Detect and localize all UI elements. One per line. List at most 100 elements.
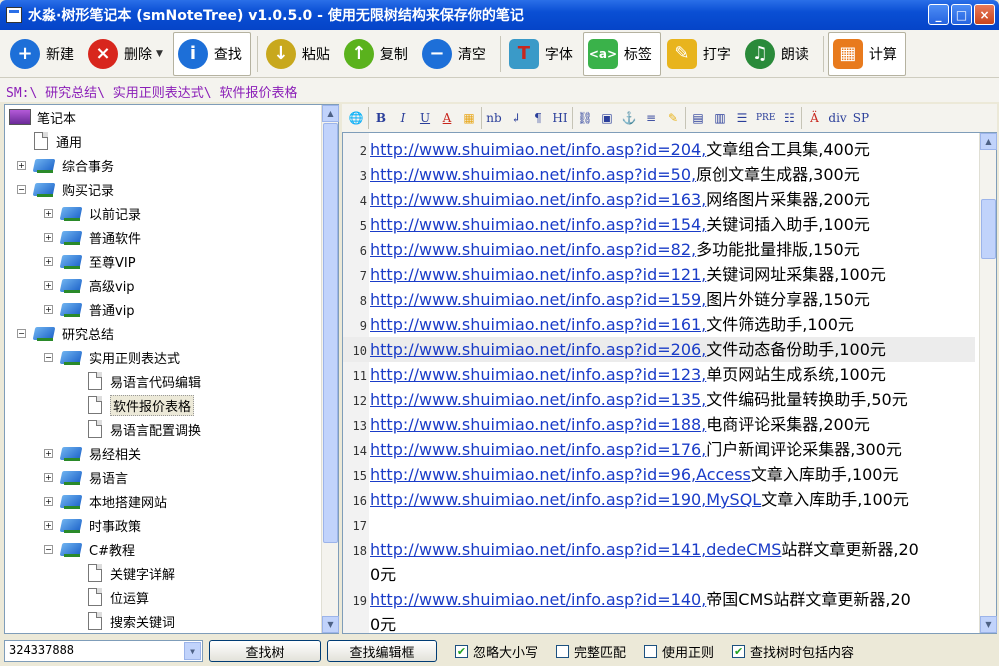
expand-icon[interactable]: + xyxy=(44,448,53,458)
div-button[interactable]: div xyxy=(826,107,848,129)
title-bar[interactable]: 水淼·树形笔记本 (smNoteTree) v1.0.5.0 - 使用无限树结构… xyxy=(0,0,999,30)
url-link[interactable]: http://www.shuimiao.net/info.asp?id=96,A… xyxy=(370,465,751,484)
anchor-icon[interactable]: ⚓ xyxy=(619,107,639,129)
url-link[interactable]: http://www.shuimiao.net/info.asp?id=82, xyxy=(370,240,696,259)
align-icon[interactable]: ☰ xyxy=(732,107,752,129)
scroll-thumb[interactable] xyxy=(981,199,996,259)
editor-line[interactable]: 2 http://www.shuimiao.net/info.asp?id=204… xyxy=(343,137,870,162)
editor-line[interactable]: 3 http://www.shuimiao.net/info.asp?id=50,… xyxy=(343,162,860,187)
editor-viewport[interactable]: 2 http://www.shuimiao.net/info.asp?id=204… xyxy=(343,133,979,633)
editor-line[interactable]: 11 http://www.shuimiao.net/info.asp?id=12… xyxy=(343,362,886,387)
note-tree[interactable]: 笔记本 通用 + 综合事务 − 购买记录 + 以前记录 + 普通软件 + 至尊VIP + 高级vip + 普通… xyxy=(4,104,339,634)
expand-icon[interactable]: + xyxy=(44,520,53,530)
tree-node[interactable]: 笔记本 xyxy=(9,105,76,129)
expand-icon[interactable]: + xyxy=(44,304,53,314)
url-link[interactable]: http://www.shuimiao.net/info.asp?id=140, xyxy=(370,590,706,609)
tree-node[interactable]: + 普通vip xyxy=(44,297,135,321)
expand-icon[interactable]: + xyxy=(44,256,53,266)
scroll-up-arrow[interactable]: ▲ xyxy=(322,105,339,122)
editor-line[interactable]: 9 http://www.shuimiao.net/info.asp?id=161… xyxy=(343,312,854,337)
tree-node[interactable]: − C#教程 xyxy=(44,537,135,561)
font-color-button[interactable]: A xyxy=(437,107,457,129)
tree-node[interactable]: 搜索关键词 xyxy=(71,609,175,633)
tree-node[interactable]: + 以前记录 xyxy=(44,201,141,225)
paragraph-button[interactable]: ¶ xyxy=(528,107,548,129)
editor-line[interactable]: 0元 xyxy=(343,612,396,633)
tree-node[interactable]: + 高级vip xyxy=(44,273,135,297)
pre-button[interactable]: PRE xyxy=(754,107,777,129)
highlight-icon[interactable]: ✎ xyxy=(663,107,683,129)
expand-icon[interactable]: + xyxy=(44,232,53,242)
table-icon[interactable]: ▤ xyxy=(688,107,708,129)
checkbox-box[interactable] xyxy=(644,644,658,658)
tree-node[interactable]: + 本地搭建网站 xyxy=(44,489,167,513)
list-icon[interactable]: ☷ xyxy=(779,107,799,129)
checkbox-box[interactable]: ✔ xyxy=(732,644,746,658)
url-link[interactable]: http://www.shuimiao.net/info.asp?id=135, xyxy=(370,390,706,409)
font-button[interactable]: T 字体 xyxy=(505,32,581,76)
tree-node[interactable]: 易语言代码编辑 xyxy=(71,369,201,393)
type-button[interactable]: ✎ 打字 xyxy=(663,32,739,76)
find-tree-button[interactable]: 查找树 xyxy=(209,640,321,662)
url-link[interactable]: http://www.shuimiao.net/info.asp?id=154, xyxy=(370,215,706,234)
bold-button[interactable]: B xyxy=(371,107,391,129)
chevron-down-icon[interactable]: ▼ xyxy=(156,49,163,59)
tree-node[interactable]: + 综合事务 xyxy=(17,153,114,177)
tree-node[interactable]: + 至尊VIP xyxy=(44,249,136,273)
url-link[interactable]: http://www.shuimiao.net/info.asp?id=159, xyxy=(370,290,706,309)
expand-icon[interactable]: + xyxy=(44,208,53,218)
url-link[interactable]: http://www.shuimiao.net/info.asp?id=161, xyxy=(370,315,706,334)
note-editor[interactable]: 2 http://www.shuimiao.net/info.asp?id=204… xyxy=(342,132,997,634)
url-link[interactable]: http://www.shuimiao.net/info.asp?id=188, xyxy=(370,415,706,434)
maximize-button[interactable]: □ xyxy=(951,4,972,25)
editor-line[interactable]: 8 http://www.shuimiao.net/info.asp?id=159… xyxy=(343,287,870,312)
tree-node[interactable]: 通用 xyxy=(17,129,82,153)
url-link[interactable]: http://www.shuimiao.net/info.asp?id=121, xyxy=(370,265,706,284)
url-link[interactable]: http://www.shuimiao.net/info.asp?id=190,… xyxy=(370,490,761,509)
expand-icon[interactable]: + xyxy=(44,496,53,506)
editor-line[interactable]: 4 http://www.shuimiao.net/info.asp?id=163… xyxy=(343,187,870,212)
url-link[interactable]: http://www.shuimiao.net/info.asp?id=206, xyxy=(370,340,706,359)
editor-scrollbar[interactable]: ▲ ▼ xyxy=(979,133,997,633)
editor-line[interactable]: 18 http://www.shuimiao.net/info.asp?id=14… xyxy=(343,537,919,562)
nbsp-button[interactable]: nb xyxy=(484,107,504,129)
clear-button[interactable]: − 清空 xyxy=(418,32,494,76)
delete-button[interactable]: × 删除 ▼ xyxy=(84,32,171,76)
tree-node[interactable]: 易语言配置调换 xyxy=(71,417,201,441)
tree-node[interactable]: − 购买记录 xyxy=(17,177,114,201)
checkbox-box[interactable] xyxy=(556,644,570,658)
heading-button[interactable]: HI xyxy=(550,107,570,129)
editor-line[interactable]: 10 http://www.shuimiao.net/info.asp?id=20… xyxy=(343,337,975,362)
tree-node[interactable]: − 研究总结 xyxy=(17,321,114,345)
editor-line[interactable]: 19 http://www.shuimiao.net/info.asp?id=14… xyxy=(343,587,911,612)
collapse-icon[interactable]: − xyxy=(44,544,53,554)
form-icon[interactable]: ▥ xyxy=(710,107,730,129)
tree-node[interactable]: + 时事政策 xyxy=(44,513,141,537)
copy-button[interactable]: ↑ 复制 xyxy=(340,32,416,76)
chevron-down-icon[interactable]: ▼ xyxy=(184,642,201,660)
horizontal-rule-icon[interactable]: ≡ xyxy=(641,107,661,129)
url-link[interactable]: http://www.shuimiao.net/info.asp?id=163, xyxy=(370,190,706,209)
editor-line[interactable]: 12 http://www.shuimiao.net/info.asp?id=13… xyxy=(343,387,908,412)
collapse-icon[interactable]: − xyxy=(44,352,53,362)
url-link[interactable]: http://www.shuimiao.net/info.asp?id=176, xyxy=(370,440,706,459)
editor-line[interactable]: 14 http://www.shuimiao.net/info.asp?id=17… xyxy=(343,437,902,462)
expand-icon[interactable]: + xyxy=(44,280,53,290)
span-button[interactable]: SP xyxy=(851,107,871,129)
regex-checkbox[interactable]: 使用正则 xyxy=(644,642,714,661)
find-button[interactable]: i 查找 xyxy=(172,31,251,76)
editor-line[interactable]: 5 http://www.shuimiao.net/info.asp?id=154… xyxy=(343,212,870,237)
scroll-down-arrow[interactable]: ▼ xyxy=(980,616,997,633)
new-button[interactable]: + 新建 xyxy=(6,32,82,76)
editor-line[interactable]: 15 http://www.shuimiao.net/info.asp?id=96… xyxy=(343,462,899,487)
tree-node[interactable]: + 易语言 xyxy=(44,465,128,489)
expand-icon[interactable]: + xyxy=(17,160,26,170)
underline-button[interactable]: U xyxy=(415,107,435,129)
tree-node[interactable]: 位运算 xyxy=(71,585,149,609)
url-link[interactable]: http://www.shuimiao.net/info.asp?id=141,… xyxy=(370,540,781,559)
checkbox-box[interactable]: ✔ xyxy=(455,644,468,658)
url-link[interactable]: http://www.shuimiao.net/info.asp?id=204, xyxy=(370,140,706,159)
minimize-button[interactable]: _ xyxy=(928,4,949,25)
expand-icon[interactable]: + xyxy=(44,472,53,482)
url-link[interactable]: http://www.shuimiao.net/info.asp?id=123, xyxy=(370,365,706,384)
